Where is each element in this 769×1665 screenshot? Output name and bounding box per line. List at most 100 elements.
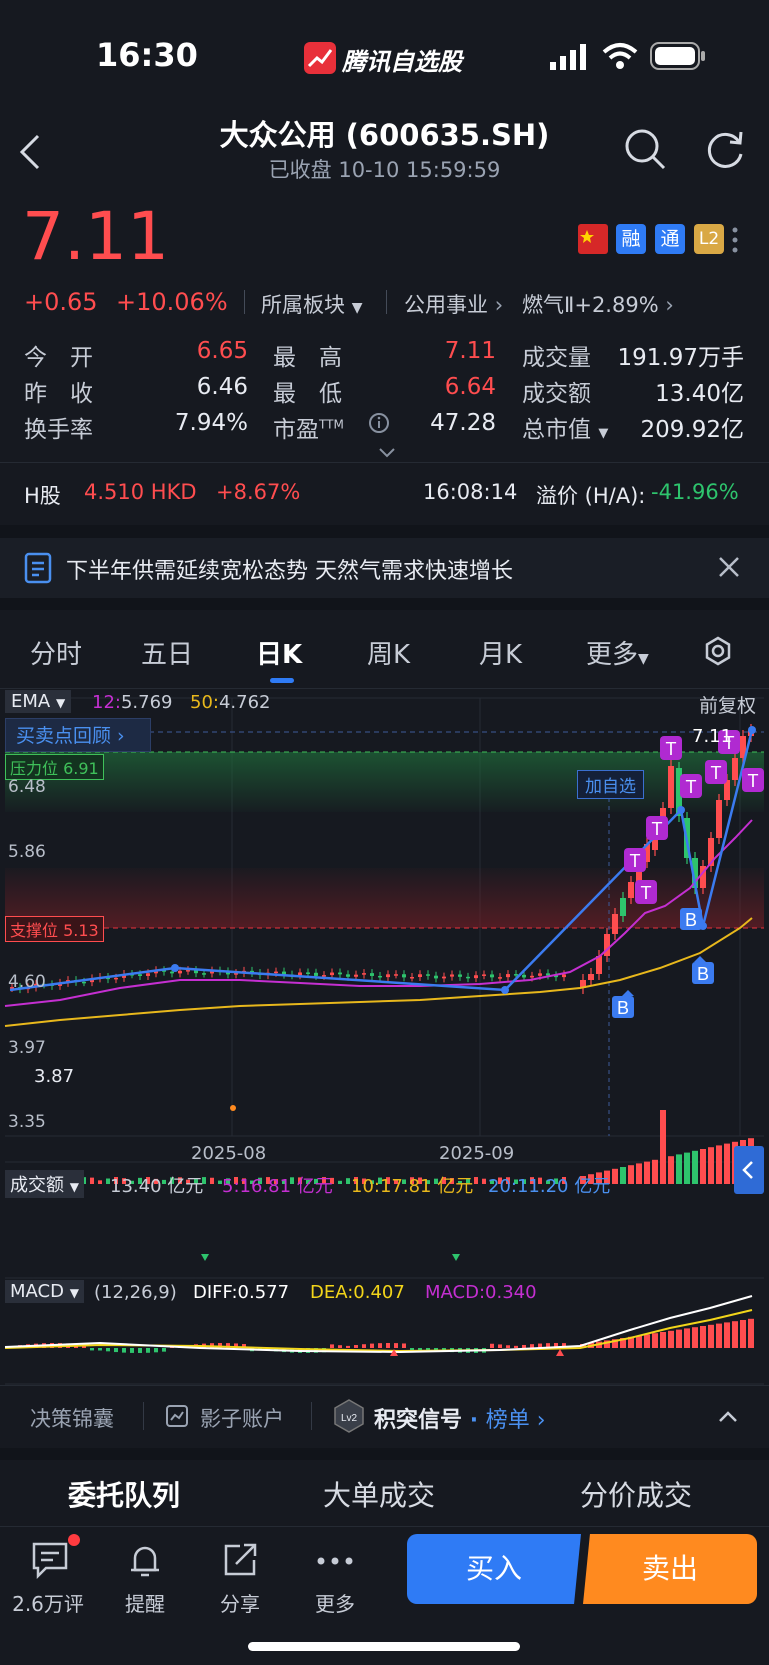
more-label: 更多 (315, 1592, 355, 1616)
stat-label-sup: TTM (319, 417, 344, 432)
y-tick: 5.86 (8, 842, 46, 862)
candle (354, 974, 358, 977)
stat-label: 今 开 (24, 345, 93, 371)
macd-label: MACD (10, 1281, 64, 1302)
tab-more[interactable]: 更多▼ (586, 634, 649, 671)
volume-bar (644, 1161, 650, 1184)
candle (418, 974, 422, 978)
last-price: 7.11 (22, 198, 169, 275)
h-share-pct: +8.67% (216, 480, 301, 504)
buy-button[interactable]: 买入 (407, 1534, 581, 1604)
candle (170, 971, 174, 974)
macd-bar (330, 1344, 334, 1348)
more-dots-icon[interactable] (315, 1552, 355, 1571)
tab-monthly-k[interactable]: 月K (479, 634, 522, 671)
candle (330, 972, 334, 976)
tab-five-day[interactable]: 五日 (141, 634, 193, 671)
more-vertical-icon[interactable] (732, 226, 738, 258)
candle (402, 974, 406, 978)
add-watchlist-button[interactable]: 加自选 (577, 770, 644, 799)
sell-button[interactable]: 卖出 (583, 1534, 757, 1604)
refresh-icon[interactable] (703, 128, 747, 176)
tab-daily-k[interactable]: 日K (256, 634, 302, 671)
tab-order-queue[interactable]: 委托队列 (68, 1474, 180, 1514)
settings-icon[interactable] (703, 636, 733, 670)
macd-bar (386, 1343, 390, 1348)
expand-chevron-icon[interactable] (378, 444, 396, 463)
macd-bar (522, 1344, 526, 1348)
support-label: 支撑位 5.13 (5, 916, 104, 942)
stat-label: 成交量 (522, 345, 591, 371)
sell-marker: T (680, 774, 702, 798)
candle (370, 973, 374, 976)
signal-link[interactable]: 积突信号 · 榜单 › (374, 1402, 546, 1434)
tab-large-trades[interactable]: 大单成交 (323, 1474, 435, 1514)
chevron-up-icon[interactable] (718, 1408, 738, 1427)
sell-marker: T (742, 768, 764, 792)
macd-params: (12,26,9) (94, 1282, 177, 1303)
macd-bar (146, 1348, 150, 1353)
volume-ma5: 5:16.81 亿元 (222, 1176, 333, 1197)
macd-bar (644, 1334, 650, 1348)
stat-value: 6.46 (196, 374, 248, 400)
tab-intraday[interactable]: 分时 (30, 634, 82, 671)
share-label: 分享 (220, 1592, 260, 1616)
buy-marker[interactable]: B (692, 956, 714, 984)
candle (466, 976, 470, 979)
share-icon[interactable] (220, 1540, 260, 1584)
y-tick: 6.48 (8, 777, 46, 797)
stat-value: 7.94% (174, 410, 248, 436)
ema12-readout: 12:5.769 (92, 692, 173, 713)
macd-selector[interactable]: MACD ▼ (5, 1280, 84, 1303)
stock-header: 大众公用 (600635.SH) 已收盘 10-10 15:59:59 (0, 110, 769, 190)
collapse-panel-button[interactable] (734, 1146, 764, 1194)
stat-value: 7.11 (444, 338, 496, 364)
buy-marker[interactable]: B (612, 990, 634, 1018)
shadow-account-link[interactable]: 影子账户 (200, 1403, 284, 1433)
candle (498, 977, 502, 979)
sector-link-2[interactable]: 燃气Ⅱ+2.89% › (522, 289, 674, 319)
candle (138, 974, 142, 976)
candle (450, 974, 454, 977)
market-cap-dropdown[interactable]: 总市值 ▼ (522, 410, 608, 444)
y-tick: 4.60 (8, 972, 46, 992)
stat-value: 6.64 (444, 374, 496, 400)
tab-price-trades[interactable]: 分价成交 (580, 1474, 692, 1514)
macd-bar (378, 1343, 382, 1348)
sell-marker-text: T (686, 777, 697, 797)
ema-selector[interactable]: EMA ▼ (5, 690, 72, 713)
candle (298, 972, 302, 976)
info-icon[interactable] (368, 412, 390, 438)
golden-cross-marker (452, 1254, 460, 1261)
candle (482, 974, 486, 976)
trade-review-button[interactable]: 买卖点回顾 › (5, 718, 151, 752)
buy-marker-text: B (685, 910, 697, 930)
candle (410, 977, 414, 979)
volume-value: 13.40 亿元 (110, 1176, 204, 1197)
search-icon[interactable] (624, 128, 668, 176)
app-logo-icon (304, 42, 336, 74)
buy-marker[interactable]: B (680, 908, 702, 930)
x-tick: 2025-08 (191, 1143, 267, 1164)
news-banner[interactable]: 下半年供需延续宽松态势 天然气需求快速增长 (0, 538, 769, 598)
bell-icon[interactable] (125, 1540, 165, 1584)
comment-icon[interactable] (30, 1540, 70, 1584)
tab-more-label: 更多 (586, 640, 639, 670)
candle (628, 882, 634, 898)
stat-value: 13.40亿 (655, 381, 744, 407)
sector-link-1[interactable]: 公用事业 › (404, 289, 503, 319)
close-icon[interactable] (718, 556, 740, 582)
adjust-mode[interactable]: 前复权 (699, 691, 756, 718)
sell-marker: T (705, 760, 727, 784)
candle (538, 973, 542, 976)
volume-selector[interactable]: 成交额 ▼ (5, 1170, 84, 1198)
pe-label-group: 市盈TTM (273, 410, 344, 444)
decision-kit-link[interactable]: 决策锦囊 (30, 1403, 114, 1433)
death-cross-marker (556, 1349, 564, 1356)
candle (732, 758, 738, 780)
tab-weekly-k[interactable]: 周K (367, 634, 410, 671)
candle (346, 974, 350, 977)
sector-dropdown[interactable]: 所属板块 ▼ (261, 289, 362, 319)
volume-bar (684, 1152, 690, 1184)
macd-bar (660, 1332, 666, 1348)
